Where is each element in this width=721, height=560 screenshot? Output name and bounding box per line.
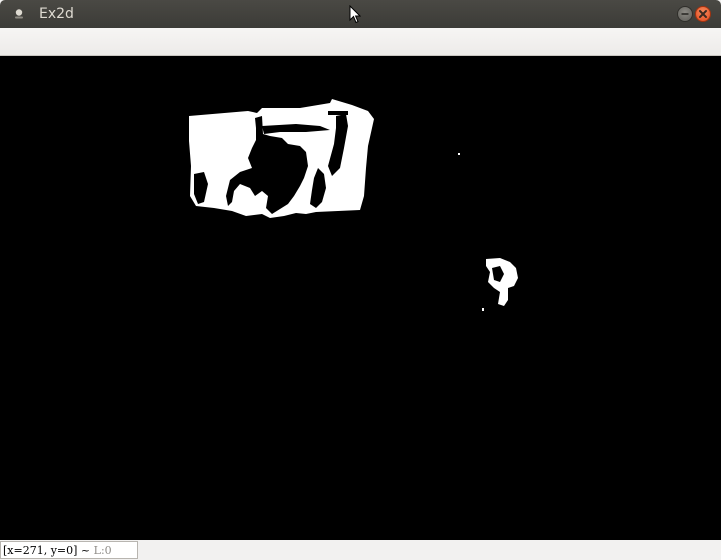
toolbar — [0, 28, 721, 56]
blob-speck — [458, 153, 460, 155]
close-button[interactable] — [695, 6, 711, 22]
blob-dark-top-notch — [328, 111, 348, 115]
status-bar: [x=271, y=0] ~ L:0 — [0, 540, 721, 560]
image-canvas[interactable] — [0, 56, 721, 540]
window-title: Ex2d — [39, 6, 74, 22]
coordinate-readout: [x=271, y=0] ~ L:0 — [0, 541, 138, 559]
thresholded-image — [189, 99, 518, 311]
status-level: L:0 — [93, 544, 112, 557]
minimize-icon — [681, 13, 689, 15]
minimize-button[interactable] — [677, 6, 693, 22]
white-blob-small — [486, 258, 518, 306]
blob-speck-2 — [482, 308, 484, 311]
mouse-cursor-icon — [349, 5, 361, 24]
close-icon — [699, 10, 707, 18]
app-menu-icon[interactable] — [13, 8, 25, 20]
app-window: Ex2d [x=271, y=0] ~ L:0 — [0, 0, 721, 560]
title-bar[interactable]: Ex2d — [0, 0, 721, 28]
status-text: [x=271, y=0] ~ L:0 — [3, 543, 112, 559]
status-coords: [x=271, y=0] ~ — [3, 544, 94, 557]
